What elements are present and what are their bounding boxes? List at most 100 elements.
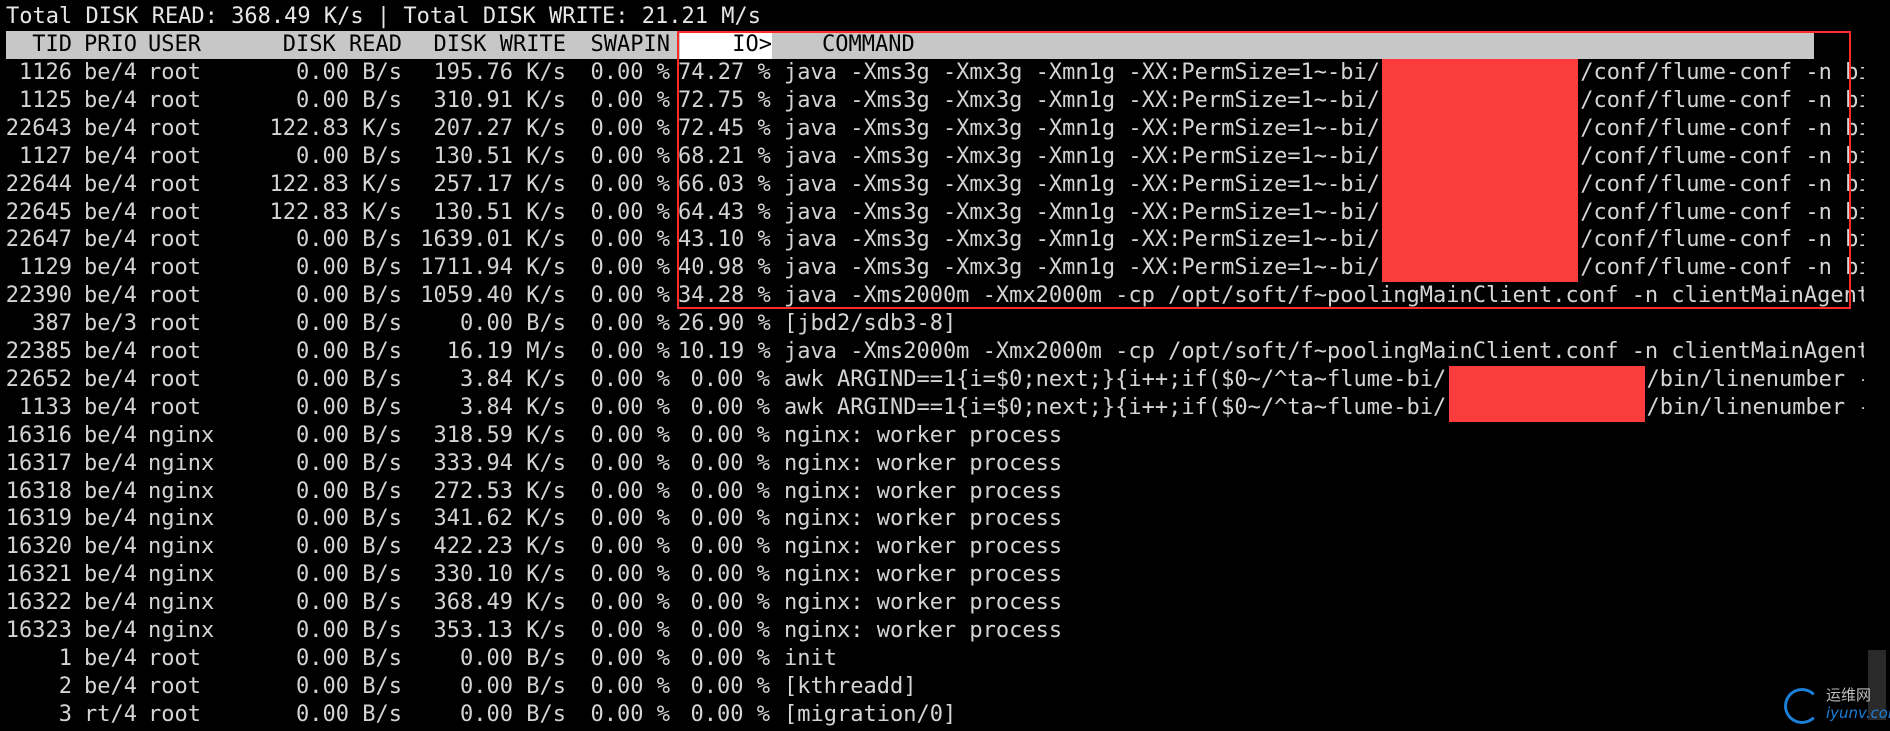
- process-swapin: 0.00 %: [590, 283, 670, 309]
- process-row[interactable]: 387 be/3 root 0.00 B/s 0.00 B/s 0.00 % 26.90 %…: [0, 310, 1810, 338]
- process-prio: be/4: [84, 171, 137, 197]
- process-command: [kthreadd]: [784, 673, 917, 699]
- process-swapin: 0.00 %: [590, 199, 670, 225]
- process-prio: be/4: [84, 115, 137, 141]
- process-command-tail: /conf/flume-conf -n bi: [1580, 143, 1872, 169]
- process-row[interactable]: 3 rt/4 root 0.00 B/s 0.00 B/s 0.00 % 0.00 % [mi…: [0, 701, 1810, 729]
- process-disk-write: 310.91 K/s: [433, 87, 566, 113]
- header-swapin[interactable]: SWAPIN: [578, 31, 670, 59]
- process-prio: be/4: [84, 590, 137, 616]
- process-swapin: 0.00 %: [590, 87, 670, 113]
- process-disk-write: 130.51 K/s: [433, 199, 566, 225]
- process-disk-read: 0.00 B/s: [296, 478, 402, 504]
- process-disk-read: 0.00 B/s: [296, 339, 402, 364]
- process-io: 0.00 %: [690, 562, 770, 588]
- process-tid: 1129: [19, 255, 72, 281]
- process-tid: 1127: [19, 143, 72, 169]
- process-disk-write: 3.84 K/s: [460, 366, 566, 392]
- process-swapin: 0.00 %: [590, 618, 670, 643]
- process-row[interactable]: 22390 be/4 root 0.00 B/s 1059.40 K/s 0.00 % 34…: [0, 282, 1870, 310]
- process-user: nginx: [148, 422, 215, 448]
- process-io: 72.75 %: [678, 87, 771, 113]
- process-disk-write: 257.17 K/s: [433, 171, 566, 197]
- redaction-block: [1382, 86, 1579, 115]
- process-row[interactable]: 1127 be/4 root 0.00 B/s 130.51 K/s 0.00 % 68.2…: [0, 142, 1872, 171]
- process-row[interactable]: 1133 be/4 root 0.00 B/s 3.84 K/s 0.00 % 0.00 %…: [0, 393, 1872, 422]
- terminal-window[interactable]: Total DISK READ: 368.49 K/s | Total DISK…: [0, 0, 1890, 731]
- redaction-block: [1382, 142, 1579, 171]
- header-user[interactable]: USER: [148, 31, 201, 59]
- process-command: java -Xms3g -Xmx3g -Xmn1g -XX:PermSize=1…: [784, 115, 1381, 141]
- process-prio: be/3: [84, 311, 137, 337]
- process-row[interactable]: 2 be/4 root 0.00 B/s 0.00 B/s 0.00 % 0.00 % [kt…: [0, 673, 1810, 701]
- process-user: root: [148, 339, 201, 364]
- process-disk-read: 122.83 K/s: [269, 115, 402, 141]
- process-io: 0.00 %: [690, 618, 770, 643]
- process-user: nginx: [148, 506, 215, 532]
- process-row[interactable]: 16320 be/4 nginx 0.00 B/s 422.23 K/s 0.00 % 0.…: [0, 533, 1810, 561]
- process-command: java -Xms3g -Xmx3g -Xmn1g -XX:PermSize=1…: [784, 60, 1381, 85]
- process-tid: 16320: [5, 534, 72, 560]
- process-row[interactable]: 22647 be/4 root 0.00 B/s 1639.01 K/s 0.00 % 43…: [0, 226, 1872, 255]
- process-row[interactable]: 1129 be/4 root 0.00 B/s 1711.94 K/s 0.00 % 40.…: [0, 254, 1872, 283]
- header-disk-read[interactable]: DISK READ: [240, 31, 402, 59]
- header-command[interactable]: COMMAND: [822, 31, 915, 59]
- process-row[interactable]: 22385 be/4 root 0.00 B/s 16.19 M/s 0.00 % 10.1…: [0, 338, 1870, 366]
- process-io: 0.00 %: [690, 506, 770, 532]
- process-io: 0.00 %: [690, 673, 770, 699]
- process-disk-write: 207.27 K/s: [433, 115, 566, 141]
- process-disk-read: 122.83 K/s: [269, 199, 402, 225]
- process-row[interactable]: 1125 be/4 root 0.00 B/s 310.91 K/s 0.00 % 72.7…: [0, 86, 1872, 115]
- process-row[interactable]: 16321 be/4 nginx 0.00 B/s 330.10 K/s 0.00 % 0.…: [0, 561, 1810, 589]
- header-disk-write[interactable]: DISK WRITE: [406, 31, 566, 59]
- process-tid: 22645: [5, 199, 72, 225]
- process-command: java -Xms3g -Xmx3g -Xmn1g -XX:PermSize=1…: [784, 255, 1381, 281]
- process-row[interactable]: 16319 be/4 nginx 0.00 B/s 341.62 K/s 0.00 % 0.…: [0, 505, 1810, 533]
- process-row[interactable]: 22652 be/4 root 0.00 B/s 3.84 K/s 0.00 % 0.00 …: [0, 365, 1872, 394]
- process-prio: be/4: [84, 283, 137, 309]
- process-row[interactable]: 16323 be/4 nginx 0.00 B/s 353.13 K/s 0.00 % 0.…: [0, 617, 1810, 645]
- column-header-row: TID PRIO USER DISK READ DISK WRITE SWAPI…: [0, 31, 1810, 59]
- process-disk-read: 0.00 B/s: [296, 562, 402, 588]
- process-command: awk ARGIND==1{i=$0;next;}{i++;if($0~/^ta…: [784, 394, 1447, 420]
- header-prio[interactable]: PRIO: [84, 31, 137, 59]
- process-prio: rt/4: [84, 701, 137, 727]
- process-user: root: [148, 366, 201, 392]
- process-prio: be/4: [84, 506, 137, 532]
- process-disk-read: 0.00 B/s: [296, 143, 402, 169]
- redaction-block: [1448, 365, 1645, 394]
- process-prio: be/4: [84, 478, 137, 504]
- process-io: 72.45 %: [678, 115, 771, 141]
- process-row[interactable]: 22643 be/4 root 122.83 K/s 207.27 K/s 0.00 % 7…: [0, 114, 1872, 143]
- process-io: 0.00 %: [690, 701, 770, 727]
- process-io: 40.98 %: [678, 255, 771, 281]
- process-io: 74.27 %: [678, 60, 771, 85]
- process-row[interactable]: 16318 be/4 nginx 0.00 B/s 272.53 K/s 0.00 % 0.…: [0, 478, 1810, 506]
- process-swapin: 0.00 %: [590, 60, 670, 85]
- process-disk-read: 0.00 B/s: [296, 590, 402, 616]
- process-disk-write: 353.13 K/s: [433, 618, 566, 643]
- process-swapin: 0.00 %: [590, 227, 670, 253]
- process-row[interactable]: 16317 be/4 nginx 0.00 B/s 333.94 K/s 0.00 % 0.…: [0, 450, 1810, 478]
- process-swapin: 0.00 %: [590, 394, 670, 420]
- process-row[interactable]: 22645 be/4 root 122.83 K/s 130.51 K/s 0.00 % 6…: [0, 198, 1872, 227]
- process-tid: 1125: [19, 87, 72, 113]
- header-io[interactable]: IO>: [680, 31, 772, 59]
- process-io: 0.00 %: [690, 422, 770, 448]
- process-prio: be/4: [84, 562, 137, 588]
- process-user: root: [148, 199, 201, 225]
- process-prio: be/4: [84, 645, 137, 671]
- process-prio: be/4: [84, 143, 137, 169]
- process-row[interactable]: 22644 be/4 root 122.83 K/s 257.17 K/s 0.00 % 6…: [0, 170, 1872, 199]
- header-tid[interactable]: TID: [4, 31, 72, 59]
- process-tid: 16319: [5, 506, 72, 532]
- process-row[interactable]: 16316 be/4 nginx 0.00 B/s 318.59 K/s 0.00 % 0.…: [0, 422, 1810, 450]
- process-io: 0.00 %: [690, 590, 770, 616]
- process-swapin: 0.00 %: [590, 115, 670, 141]
- process-tid: 22652: [5, 366, 72, 392]
- scrollbar[interactable]: [1864, 0, 1890, 731]
- process-disk-write: 1711.94 K/s: [420, 255, 566, 281]
- process-row[interactable]: 1 be/4 root 0.00 B/s 0.00 B/s 0.00 % 0.00 % ini…: [0, 645, 1810, 673]
- process-row[interactable]: 1126 be/4 root 0.00 B/s 195.76 K/s 0.00 % 74.2…: [0, 59, 1872, 87]
- process-row[interactable]: 16322 be/4 nginx 0.00 B/s 368.49 K/s 0.00 % 0.…: [0, 589, 1810, 617]
